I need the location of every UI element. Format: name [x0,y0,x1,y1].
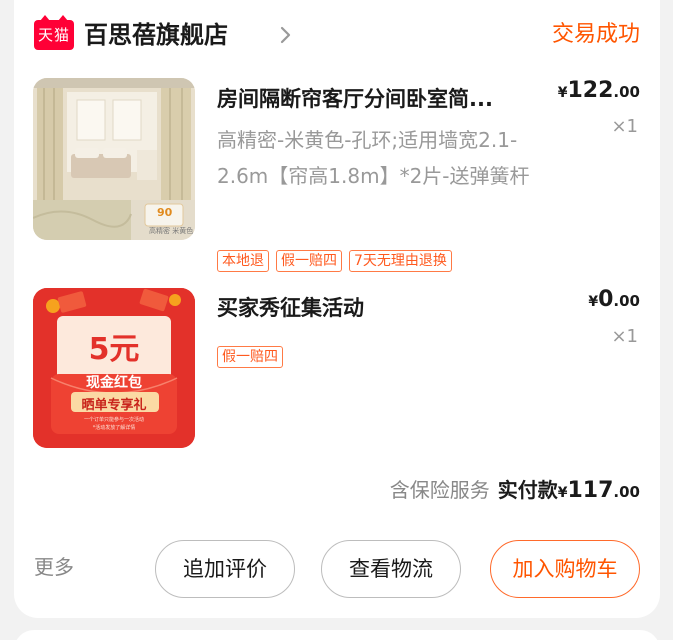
thumb-badge: 90 [157,206,173,219]
product-quantity: ×1 [611,326,638,347]
product-title[interactable]: 买家秀征集活动 [217,292,364,324]
order-status: 交易成功 [551,22,640,47]
tag-fake-compensation: 假一赔四 [276,250,342,272]
redpacket-fine1: 一个订单只能参与一次活动 [83,417,144,423]
add-to-cart-button[interactable]: 加入购物车 [490,540,640,598]
redpacket-line2: 晒单专享礼 [81,398,147,413]
product-price: ¥122.00 [557,78,640,103]
order-card: 天猫 百思蓓旗舰店 交易成功 90 高精密 米黄色 房间隔断帘客厅分间卧室简..… [14,0,660,618]
tmall-logo: 天猫 [34,15,74,50]
store-name[interactable]: 百思蓓旗舰店 [84,16,228,54]
product-spec: 高精密-米黄色-孔环;适用墙宽2.1-2.6m【帘高1.8m】*2片-送弹簧杆 [217,128,530,188]
paid-amount: 117 [567,478,614,503]
product-title[interactable]: 房间隔断帘客厅分间卧室简... [217,82,557,116]
more-link[interactable]: 更多 [34,551,74,580]
insurance-note: 含保险服务 [389,478,490,502]
paid-label: 实付款 [497,478,558,502]
chevron-right-icon[interactable] [274,24,296,46]
product-thumbnail-curtain[interactable]: 90 高精密 米黄色 [33,78,195,240]
view-logistics-button[interactable]: 查看物流 [321,540,461,598]
tag-fake-compensation: 假一赔四 [217,346,283,368]
product-thumbnail-redpacket[interactable]: 5元 现金红包 晒单专享礼 一个订单只能参与一次活动 *活动发放了解详情 [33,288,195,448]
add-review-button[interactable]: 追加评价 [155,540,295,598]
product-quantity: ×1 [611,116,638,137]
tag-7day-return: 7天无理由退换 [349,250,452,272]
redpacket-line1: 现金红包 [86,375,142,391]
redpacket-amount: 5元 [88,332,140,367]
tag-local-return: 本地退 [217,250,269,272]
next-order-card [14,630,660,640]
thumb-caption: 高精密 米黄色 [149,227,194,235]
service-tags: 假一赔四 [217,346,283,368]
redpacket-fine2: *活动发放了解详情 [92,425,136,431]
product-price: ¥0.00 [588,287,640,312]
service-tags: 本地退 假一赔四 7天无理由退换 [217,250,452,272]
order-summary: 含保险服务 实付款¥117.00 [389,478,640,503]
